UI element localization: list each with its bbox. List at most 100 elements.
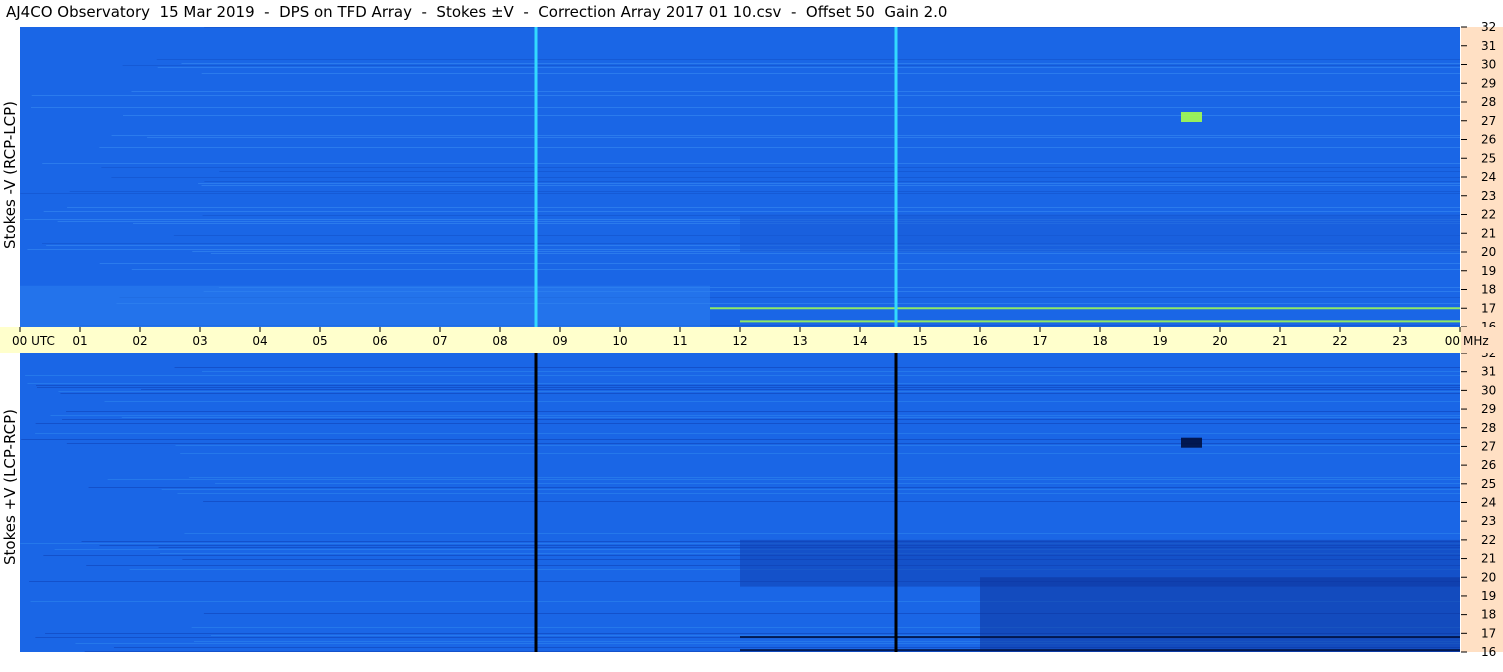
panel-0-striation bbox=[122, 115, 1461, 116]
panel-0-striation bbox=[210, 253, 1460, 254]
panel-1-striation bbox=[88, 487, 1461, 488]
panel-0-striation bbox=[131, 91, 1461, 92]
panel-0-burst-0 bbox=[1181, 112, 1202, 122]
panel-0-ytick-label-1: 31 bbox=[1481, 39, 1496, 53]
xtick-label-14: 14 bbox=[852, 334, 867, 348]
panel-1-ytick-label-15: 17 bbox=[1481, 626, 1496, 640]
panel-0-striation bbox=[204, 181, 1461, 182]
xtick-label-0: 00 UTC bbox=[12, 334, 55, 348]
panel-1-striation bbox=[58, 391, 1461, 392]
panel-0-striation bbox=[30, 107, 1461, 108]
panel-1-striation bbox=[161, 489, 1461, 490]
xtick-label-24: 00 bbox=[1445, 334, 1460, 348]
panel-1-striation bbox=[21, 439, 1461, 440]
panel-1-striation bbox=[60, 393, 1460, 394]
xtick-label-12: 12 bbox=[732, 334, 747, 348]
panel-1-striation bbox=[27, 383, 1460, 384]
xtick-label-15: 15 bbox=[912, 334, 927, 348]
panel-1-ytick-label-9: 23 bbox=[1481, 514, 1496, 528]
xtick-label-18: 18 bbox=[1092, 334, 1107, 348]
panel-1-striation bbox=[35, 433, 1461, 434]
panel-1-ytick-label-10: 22 bbox=[1481, 533, 1496, 547]
panel-1-ytick-label-11: 21 bbox=[1481, 552, 1496, 566]
panel-0-striation bbox=[181, 63, 1460, 64]
panel-0-striation bbox=[20, 193, 1460, 194]
panel-1-ytick-label-1: 31 bbox=[1481, 365, 1496, 379]
panel-1-ytick-label-4: 28 bbox=[1481, 421, 1496, 435]
panel-1-striation bbox=[202, 371, 1461, 372]
panel-0-striation bbox=[157, 67, 1460, 68]
panel-0-ytick-label-10: 22 bbox=[1481, 208, 1496, 222]
panel-0-ytick-label-11: 21 bbox=[1481, 226, 1496, 240]
panel-1-striation bbox=[141, 389, 1461, 390]
panel-1-striation bbox=[50, 415, 1460, 416]
xtick-label-7: 07 bbox=[432, 334, 447, 348]
xtick-label-5: 05 bbox=[312, 334, 327, 348]
xtick-label-22: 22 bbox=[1332, 334, 1347, 348]
panel-0-ytick-label-0: 32 bbox=[1481, 20, 1496, 34]
panel-0-marker-line-0 bbox=[534, 27, 538, 327]
panel-1-striation bbox=[104, 401, 1461, 402]
xtick-label-20: 20 bbox=[1212, 334, 1227, 348]
panel-0-striation bbox=[69, 191, 1460, 192]
panel-1-striation bbox=[177, 493, 1461, 494]
panel-0-striation bbox=[67, 207, 1460, 208]
panel-0-striation bbox=[204, 27, 1460, 28]
panel-1-ytick-label-13: 19 bbox=[1481, 589, 1496, 603]
panel-1-striation bbox=[121, 417, 1461, 418]
panel-1-ytick-label-14: 18 bbox=[1481, 608, 1496, 622]
panel-0-striation bbox=[42, 163, 1460, 164]
xtick-label-2: 02 bbox=[132, 334, 147, 348]
panel-1-striation bbox=[36, 387, 1460, 388]
panel-0-striation bbox=[201, 73, 1460, 74]
panel-0-ytick-label-15: 17 bbox=[1481, 301, 1496, 315]
panel-1-striation bbox=[174, 367, 1461, 368]
panel-0-lower-band bbox=[20, 285, 710, 327]
panel-1-marker-line-0 bbox=[534, 353, 538, 652]
panel-0-striation bbox=[219, 171, 1461, 172]
panel-1-ytick-label-7: 25 bbox=[1481, 477, 1496, 491]
panel-0-ytick-label-12: 20 bbox=[1481, 245, 1496, 259]
xtick-label-8: 08 bbox=[492, 334, 507, 348]
xtick-label-6: 06 bbox=[372, 334, 387, 348]
xtick-label-10: 10 bbox=[612, 334, 627, 348]
spectrogram-figure: 3231302928272625242322212019181716323130… bbox=[0, 20, 1503, 659]
panel-0-ytick-label-6: 26 bbox=[1481, 133, 1496, 147]
panel-0-marker-line-1 bbox=[894, 27, 898, 327]
panel-0-striation bbox=[147, 137, 1461, 138]
panel-1-ytick-label-6: 26 bbox=[1481, 458, 1496, 472]
panel-1-ytick-label-3: 29 bbox=[1481, 402, 1496, 416]
panel-1-striation bbox=[180, 453, 1460, 454]
xtick-label-21: 21 bbox=[1272, 334, 1287, 348]
panel-0-striation bbox=[122, 65, 1461, 66]
xtick-label-11: 11 bbox=[672, 334, 687, 348]
panel-0-ytick-label-7: 25 bbox=[1481, 151, 1496, 165]
xtick-label-3: 03 bbox=[192, 334, 207, 348]
panel-0-striation bbox=[201, 185, 1460, 186]
panel-1-burst-1 bbox=[740, 636, 1460, 639]
panel-0-striation bbox=[111, 135, 1460, 136]
time-axis-band bbox=[0, 327, 1461, 353]
panel-0-ytick-label-9: 23 bbox=[1481, 189, 1496, 203]
panel-0-striation bbox=[111, 177, 1460, 178]
panel-1-striation bbox=[189, 477, 1460, 478]
frequency-unit-label: MHz bbox=[1463, 334, 1489, 348]
panel-0-striation bbox=[198, 183, 1461, 184]
panel-0-ytick-label-13: 19 bbox=[1481, 264, 1496, 278]
xtick-label-16: 16 bbox=[972, 334, 987, 348]
panel-1-striation bbox=[35, 423, 1460, 424]
panel-0-striation bbox=[101, 167, 1460, 168]
panel-1-striation bbox=[62, 419, 1460, 420]
xtick-label-1: 01 bbox=[72, 334, 87, 348]
panel-0-mid-band bbox=[740, 214, 1460, 252]
xtick-label-9: 09 bbox=[552, 334, 567, 348]
panel-0-ytick-label-14: 18 bbox=[1481, 283, 1496, 297]
panel-0-striation bbox=[31, 95, 1460, 96]
xtick-label-13: 13 bbox=[792, 334, 807, 348]
panel-0-striation bbox=[131, 269, 1460, 270]
panel-1-ytick-label-16: 16 bbox=[1481, 645, 1496, 659]
panel-0-striation bbox=[156, 59, 1461, 60]
panel-1-ytick-label-5: 27 bbox=[1481, 439, 1496, 453]
panel-0-burst-2 bbox=[740, 320, 1460, 323]
panel-1-striation bbox=[215, 483, 1461, 484]
